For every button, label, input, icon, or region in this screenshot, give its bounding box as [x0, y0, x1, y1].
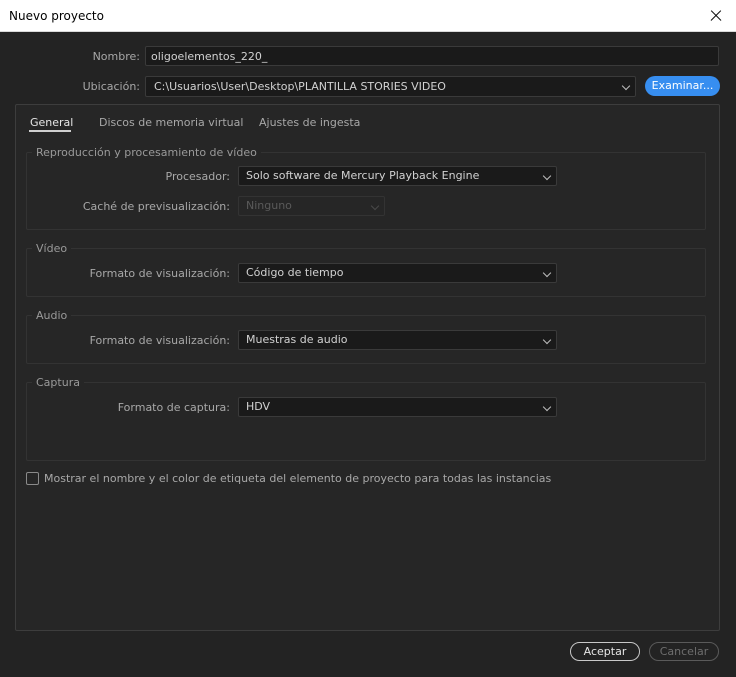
- tab-ingest-settings[interactable]: Ajustes de ingesta: [259, 116, 360, 129]
- location-label: Ubicación:: [82, 80, 140, 93]
- name-label: Nombre:: [92, 50, 140, 63]
- audio-display-format-value: Muestras de audio: [246, 333, 348, 346]
- preview-cache-value: Ninguno: [246, 199, 292, 212]
- video-display-format-value: Código de tiempo: [246, 266, 344, 279]
- location-select[interactable]: C:\Usuarios\User\Desktop\PLANTILLA STORI…: [145, 76, 636, 97]
- capture-format-value: HDV: [246, 400, 271, 413]
- show-label-checkbox-label[interactable]: Mostrar el nombre y el color de etiqueta…: [44, 472, 551, 485]
- active-tab-indicator: [29, 130, 71, 132]
- preview-cache-label: Caché de previsualización:: [82, 200, 230, 213]
- audio-display-format-label: Formato de visualización:: [89, 334, 230, 347]
- window-title: Nuevo proyecto: [9, 9, 104, 23]
- preview-cache-select: Ninguno: [238, 196, 385, 216]
- project-name-input[interactable]: oligoelementos_220_: [145, 46, 719, 66]
- chevron-down-icon: [542, 171, 552, 181]
- close-icon[interactable]: [696, 0, 736, 32]
- video-display-format-label: Formato de visualización:: [89, 267, 230, 280]
- tab-scratch-disks[interactable]: Discos de memoria virtual: [99, 116, 243, 129]
- audio-group-title: Audio: [32, 309, 72, 322]
- ok-button[interactable]: Aceptar: [570, 642, 640, 661]
- tab-general[interactable]: General: [30, 116, 73, 129]
- chevron-down-icon: [370, 201, 380, 211]
- video-display-format-select[interactable]: Código de tiempo: [238, 263, 557, 283]
- browse-button[interactable]: Examinar...: [645, 76, 720, 96]
- capture-format-select[interactable]: HDV: [238, 397, 557, 417]
- playback-group: [26, 152, 706, 230]
- video-group-title: Vídeo: [32, 242, 72, 255]
- chevron-down-icon: [542, 335, 552, 345]
- capture-group-title: Captura: [32, 376, 84, 389]
- processor-label: Procesador:: [165, 170, 231, 183]
- chevron-down-icon: [542, 402, 552, 412]
- chevron-down-icon: [621, 81, 631, 91]
- cancel-button: Cancelar: [649, 642, 719, 661]
- playback-group-title: Reproducción y procesamiento de vídeo: [32, 146, 261, 159]
- processor-select[interactable]: Solo software de Mercury Playback Engine: [238, 166, 557, 186]
- chevron-down-icon: [542, 268, 552, 278]
- audio-display-format-select[interactable]: Muestras de audio: [238, 330, 557, 350]
- title-bar: Nuevo proyecto: [0, 0, 736, 32]
- show-label-checkbox[interactable]: [26, 472, 39, 485]
- capture-format-label: Formato de captura:: [117, 401, 230, 414]
- processor-value: Solo software de Mercury Playback Engine: [246, 169, 480, 182]
- capture-group: [26, 382, 706, 461]
- location-value: C:\Usuarios\User\Desktop\PLANTILLA STORI…: [154, 80, 446, 93]
